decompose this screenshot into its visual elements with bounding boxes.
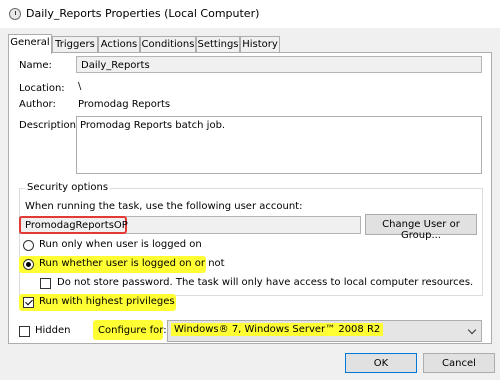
configure-value: Windows® 7, Windows Server™ 2008 R2 [171, 323, 384, 336]
chevron-down-icon [467, 325, 477, 335]
configure-label: Configure for: [98, 325, 167, 336]
description-label: Description: [19, 120, 80, 131]
clock-icon [9, 8, 21, 20]
highest-privileges-checkbox[interactable] [23, 297, 34, 308]
location-value[interactable]: \ [78, 81, 81, 92]
description-field[interactable]: Promodag Reports batch job. [76, 116, 482, 174]
tab-settings[interactable]: Settings [196, 36, 240, 53]
hidden-checkbox[interactable] [19, 326, 30, 337]
hidden-label[interactable]: Hidden [35, 325, 70, 336]
radio-whether-label[interactable]: Run whether user is logged on or not [39, 258, 225, 269]
configure-for-select[interactable]: Windows® 7, Windows Server™ 2008 R2 [167, 320, 482, 342]
radio-whether-logged-on[interactable] [23, 259, 34, 270]
author-value[interactable]: Promodag Reports [78, 99, 170, 110]
tab-conditions[interactable]: Conditions [140, 36, 196, 53]
author-label: Author: [19, 99, 56, 110]
tab-triggers[interactable]: Triggers [52, 36, 98, 53]
location-label: Location: [19, 83, 65, 94]
name-field[interactable]: Daily_Reports [76, 56, 482, 73]
tab-general[interactable]: General [8, 34, 52, 54]
user-account-value: PromodagReportsOP [25, 220, 128, 231]
tab-actions[interactable]: Actions [98, 36, 140, 53]
radio-logged-on[interactable] [23, 240, 34, 251]
security-options-label: Security options [25, 182, 111, 193]
name-value: Daily_Reports [81, 60, 150, 71]
title-bar: Daily_Reports Properties (Local Computer… [0, 0, 500, 28]
cancel-button[interactable]: Cancel [423, 353, 495, 373]
highest-privileges-label[interactable]: Run with highest privileges [39, 296, 175, 307]
window-title: Daily_Reports Properties (Local Computer… [26, 7, 260, 20]
ok-button[interactable]: OK [345, 353, 417, 373]
no-store-password-checkbox[interactable] [40, 278, 51, 289]
tab-history[interactable]: History [240, 36, 280, 53]
account-prompt: When running the task, use the following… [25, 201, 303, 212]
change-user-button[interactable]: Change User or Group... [365, 214, 477, 241]
user-account-highlight: PromodagReportsOP [19, 216, 128, 234]
radio-logged-on-label[interactable]: Run only when user is logged on [39, 239, 202, 250]
no-store-password-label[interactable]: Do not store password. The task will onl… [57, 277, 473, 288]
name-label: Name: [19, 60, 52, 71]
description-value: Promodag Reports batch job. [80, 120, 226, 131]
